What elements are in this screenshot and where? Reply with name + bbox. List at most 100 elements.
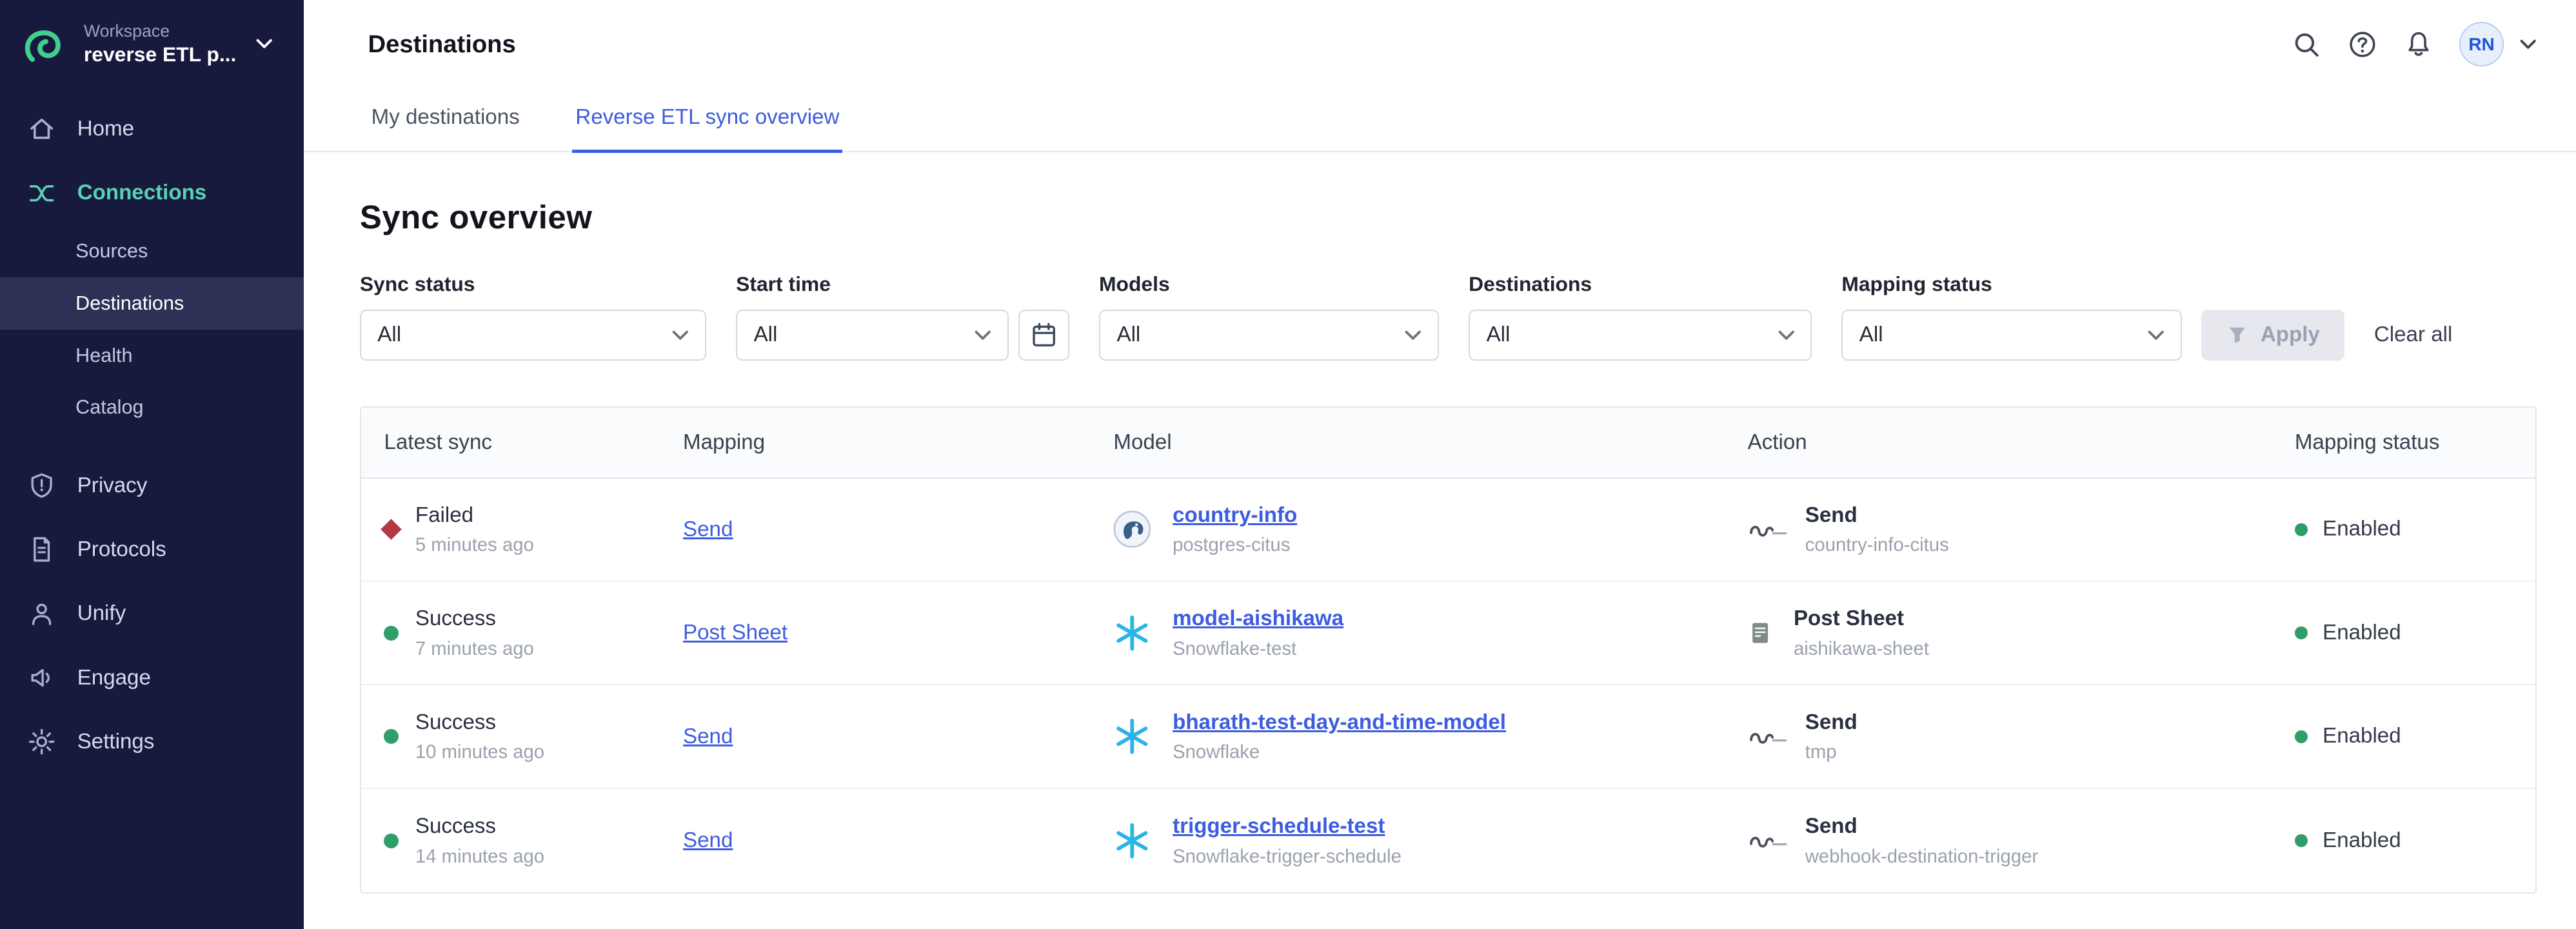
mapping-status-text: Enabled [2323,620,2401,646]
chevron-down-icon [1405,330,1421,340]
sidebar-item-settings[interactable]: Settings [0,710,304,774]
select-value: All [754,323,778,347]
enabled-status-icon [2295,834,2308,847]
sidebar-item-catalog[interactable]: Catalog [0,381,304,434]
success-status-icon [384,729,399,744]
select-value: All [1487,323,1511,347]
workspace-switcher[interactable]: Workspace reverse ETL p... [0,0,304,90]
filter-icon [2226,323,2249,346]
search-icon[interactable] [2292,30,2321,59]
table-row: Success 10 minutes ago Send bharath-test… [361,685,2535,788]
home-icon [28,115,55,143]
sidebar-item-label: Protocols [77,537,166,562]
sidebar-item-unify[interactable]: Unify [0,582,304,646]
destinations-select[interactable]: All [1469,310,1812,361]
tab-my-destinations[interactable]: My destinations [368,89,523,153]
sync-overview-table: Latest sync Mapping Model Action Mapping… [360,406,2537,894]
model-link[interactable]: model-aishikawa [1173,606,1343,632]
person-icon [28,600,55,628]
sidebar-item-label: Privacy [77,474,148,498]
calendar-button[interactable] [1018,310,1069,361]
sidebar-item-label: Home [77,117,134,141]
chevron-down-icon[interactable] [2520,39,2536,49]
sidebar-subitem-label: Sources [75,240,148,262]
mapping-status-select[interactable]: All [1841,310,2181,361]
sidebar-item-label: Settings [77,730,155,754]
mapping-link[interactable]: Send [683,517,733,542]
sidebar-item-connections[interactable]: Connections [0,161,304,225]
chevron-down-icon [256,39,272,48]
table-header-row: Latest sync Mapping Model Action Mapping… [361,408,2535,479]
sync-status-text: Success [415,710,544,736]
sidebar-item-engage[interactable]: Engage [0,646,304,710]
sidebar-item-health[interactable]: Health [0,330,304,382]
action-name-text: Send [1805,814,2038,840]
sidebar: Workspace reverse ETL p... Home Connecti… [0,0,304,929]
rudderstack-logo-icon [18,18,69,69]
action-destination-text: tmp [1805,741,1858,764]
sidebar-item-privacy[interactable]: Privacy [0,454,304,517]
filter-mapping-status: Mapping status All [1841,272,2181,360]
filter-models: Models All [1099,272,1439,360]
sidebar-subitem-label: Destinations [75,292,184,314]
chevron-down-icon [672,330,688,340]
clear-all-button[interactable]: Clear all [2374,323,2452,347]
table-row: Success 7 minutes ago Post Sheet model-a… [361,582,2535,685]
model-link[interactable]: trigger-schedule-test [1173,814,1402,840]
success-status-icon [384,834,399,848]
model-link[interactable]: country-info [1173,503,1297,529]
table-row: Success 14 minutes ago Send trigger-sche… [361,789,2535,892]
column-header-action: Action [1748,430,2295,455]
start-time-select[interactable]: All [736,310,1009,361]
models-select[interactable]: All [1099,310,1439,361]
sidebar-item-sources[interactable]: Sources [0,225,304,277]
sidebar-item-label: Connections [77,181,207,205]
column-header-model: Model [1113,430,1747,455]
filter-sync-status: Sync status All [360,272,706,360]
sidebar-item-protocols[interactable]: Protocols [0,517,304,581]
avatar[interactable]: RN [2459,22,2504,66]
workspace-label: Workspace [84,21,236,42]
postgres-icon [1113,510,1151,548]
sidebar-subitem-label: Catalog [75,396,143,418]
filter-label: Models [1099,272,1439,296]
bell-icon[interactable] [2404,30,2433,59]
shield-icon [28,472,55,499]
webhook-icon [1748,518,1787,541]
mapping-status-text: Enabled [2323,723,2401,750]
apply-button[interactable]: Apply [2201,310,2344,361]
mapping-link[interactable]: Post Sheet [683,621,788,645]
top-header: Destinations RN [304,0,2576,89]
action-name-text: Send [1805,710,1858,736]
sidebar-nav: Home Connections Sources Destinations He… [0,97,304,774]
header-actions: RN [2292,22,2536,66]
model-source-text: Snowflake [1173,741,1506,764]
filter-label: Start time [736,272,1069,296]
mapping-status-text: Enabled [2323,516,2401,543]
sidebar-item-home[interactable]: Home [0,97,304,161]
select-value: All [1859,323,1883,347]
tab-bar: My destinations Reverse ETL sync overvie… [304,89,2576,152]
apply-label: Apply [2261,323,2320,347]
action-name-text: Send [1805,503,1949,529]
column-header-mapping: Mapping [683,430,1113,455]
enabled-status-icon [2295,626,2308,639]
filter-destinations: Destinations All [1469,272,1812,360]
sync-status-text: Failed [415,503,534,529]
help-icon[interactable] [2348,30,2377,59]
sync-status-select[interactable]: All [360,310,706,361]
filter-label: Mapping status [1841,272,2181,296]
sync-time-text: 5 minutes ago [415,534,534,557]
model-link[interactable]: bharath-test-day-and-time-model [1173,710,1506,736]
model-source-text: Snowflake-test [1173,637,1343,661]
mapping-link[interactable]: Send [683,724,733,749]
mapping-link[interactable]: Send [683,828,733,853]
tab-reverse-etl-sync-overview[interactable]: Reverse ETL sync overview [572,89,842,153]
sidebar-item-destinations[interactable]: Destinations [0,277,304,330]
section-title: Sync overview [360,198,2537,236]
filter-label: Destinations [1469,272,1812,296]
calendar-icon [1030,321,1058,349]
model-source-text: Snowflake-trigger-schedule [1173,845,1402,868]
workspace-info: Workspace reverse ETL p... [84,21,236,66]
document-icon [28,535,55,563]
